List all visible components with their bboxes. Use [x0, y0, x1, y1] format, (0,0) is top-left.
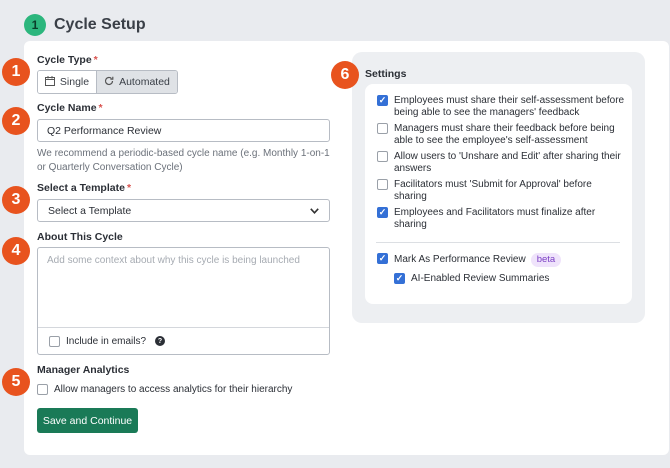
about-cycle-textarea[interactable]: Add some context about why this cycle is…	[37, 247, 330, 355]
settings-option[interactable]: ✓ Employees must share their self-assess…	[377, 95, 624, 119]
performance-review-text: Mark As Performance Review	[394, 254, 526, 265]
checkbox-unchecked[interactable]	[377, 123, 388, 134]
step-number-badge: 1	[24, 14, 46, 36]
include-emails-checkbox[interactable]	[49, 335, 60, 347]
settings-title: Settings	[365, 68, 407, 80]
cycle-type-toggle: Single Automated	[37, 70, 178, 94]
required-marker: *	[126, 182, 132, 194]
checkbox-checked[interactable]: ✓	[377, 207, 388, 218]
chevron-down-icon	[310, 206, 319, 216]
settings-option[interactable]: Allow users to 'Unshare and Edit' after …	[377, 151, 621, 175]
checkbox-checked[interactable]: ✓	[377, 253, 388, 264]
cycle-type-single-button[interactable]: Single	[38, 71, 96, 93]
refresh-icon	[104, 76, 114, 89]
cycle-type-label: Cycle Type *	[37, 54, 98, 66]
save-and-continue-button[interactable]: Save and Continue	[37, 408, 138, 433]
about-cycle-placeholder: Add some context about why this cycle is…	[47, 255, 300, 266]
page-header: 1 Cycle Setup	[24, 14, 146, 36]
settings-option-label: Employees must share their self-assessme…	[394, 95, 624, 119]
required-marker: *	[93, 54, 98, 66]
about-cycle-footer: Include in emails? ?	[38, 327, 329, 354]
checkbox-checked[interactable]: ✓	[394, 273, 405, 284]
step-marker-4: 4	[2, 237, 30, 265]
include-emails-label: Include in emails?	[66, 335, 147, 347]
cycle-name-hint: We recommend a periodic-based cycle name…	[37, 148, 330, 173]
settings-option-label: Facilitators must 'Submit for Approval' …	[394, 179, 592, 203]
settings-option-line: sharing	[394, 191, 427, 202]
template-select-value: Select a Template	[48, 204, 132, 217]
settings-option[interactable]: Managers must share their feedback befor…	[377, 123, 615, 147]
settings-option-line: Facilitators must 'Submit for Approval' …	[394, 179, 592, 190]
settings-option[interactable]: Facilitators must 'Submit for Approval' …	[377, 179, 592, 203]
analytics-option-row[interactable]: Allow managers to access analytics for t…	[37, 384, 292, 396]
settings-option-line: Employees and Facilitators must finalize…	[394, 207, 596, 218]
manager-analytics-label: Manager Analytics	[37, 364, 130, 376]
ai-summaries-option[interactable]: ✓ AI-Enabled Review Summaries	[394, 273, 549, 285]
performance-review-option[interactable]: ✓ Mark As Performance Review beta	[377, 253, 562, 267]
cycle-name-label-text: Cycle Name	[37, 102, 97, 114]
cycle-name-label: Cycle Name *	[37, 102, 103, 114]
page-title: Cycle Setup	[54, 16, 146, 33]
step-marker-2: 2	[2, 107, 30, 135]
settings-option-label: Allow users to 'Unshare and Edit' after …	[394, 151, 621, 175]
settings-option-line: Employees must share their self-assessme…	[394, 95, 625, 106]
settings-option-line: sharing	[394, 219, 427, 230]
settings-divider	[376, 242, 620, 243]
settings-option-line: answers	[394, 163, 432, 174]
performance-review-label: Mark As Performance Review beta	[394, 253, 562, 267]
template-label: Select a Template *	[37, 182, 131, 194]
settings-option-line: being able to see the managers' feedback	[394, 107, 580, 118]
cycle-type-automated-button[interactable]: Automated	[96, 71, 177, 93]
help-icon[interactable]: ?	[155, 336, 166, 346]
analytics-checkbox[interactable]	[37, 384, 48, 395]
cycle-name-input[interactable]: Q2 Performance Review	[37, 119, 330, 142]
settings-option-line: able to see the employee's self-assessme…	[394, 135, 588, 146]
required-marker: *	[98, 102, 103, 114]
beta-badge: beta	[530, 253, 562, 267]
step-marker-6: 6	[331, 61, 359, 89]
checkbox-checked[interactable]: ✓	[377, 95, 388, 106]
cycle-type-automated-label: Automated	[119, 76, 170, 88]
analytics-option-label: Allow managers to access analytics for t…	[54, 384, 293, 395]
step-marker-1: 1	[2, 58, 30, 86]
calendar-icon	[44, 75, 55, 89]
checkbox-unchecked[interactable]	[377, 151, 388, 162]
settings-option-line: Allow users to 'Unshare and Edit' after …	[394, 151, 621, 162]
cycle-type-label-text: Cycle Type	[37, 54, 92, 66]
settings-option-label: Managers must share their feedback befor…	[394, 123, 615, 147]
step-marker-5: 5	[2, 368, 30, 396]
cycle-type-single-label: Single	[59, 76, 90, 88]
template-label-text: Select a Template	[37, 182, 125, 194]
checkbox-unchecked[interactable]	[377, 179, 388, 190]
template-select[interactable]: Select a Template	[37, 199, 330, 222]
step-marker-3: 3	[2, 186, 30, 214]
settings-option[interactable]: ✓ Employees and Facilitators must finali…	[377, 207, 595, 231]
settings-option-line: Managers must share their feedback befor…	[394, 123, 615, 134]
about-cycle-label: About This Cycle	[37, 231, 123, 243]
ai-summaries-label: AI-Enabled Review Summaries	[411, 273, 550, 284]
settings-option-label: Employees and Facilitators must finalize…	[394, 207, 595, 231]
